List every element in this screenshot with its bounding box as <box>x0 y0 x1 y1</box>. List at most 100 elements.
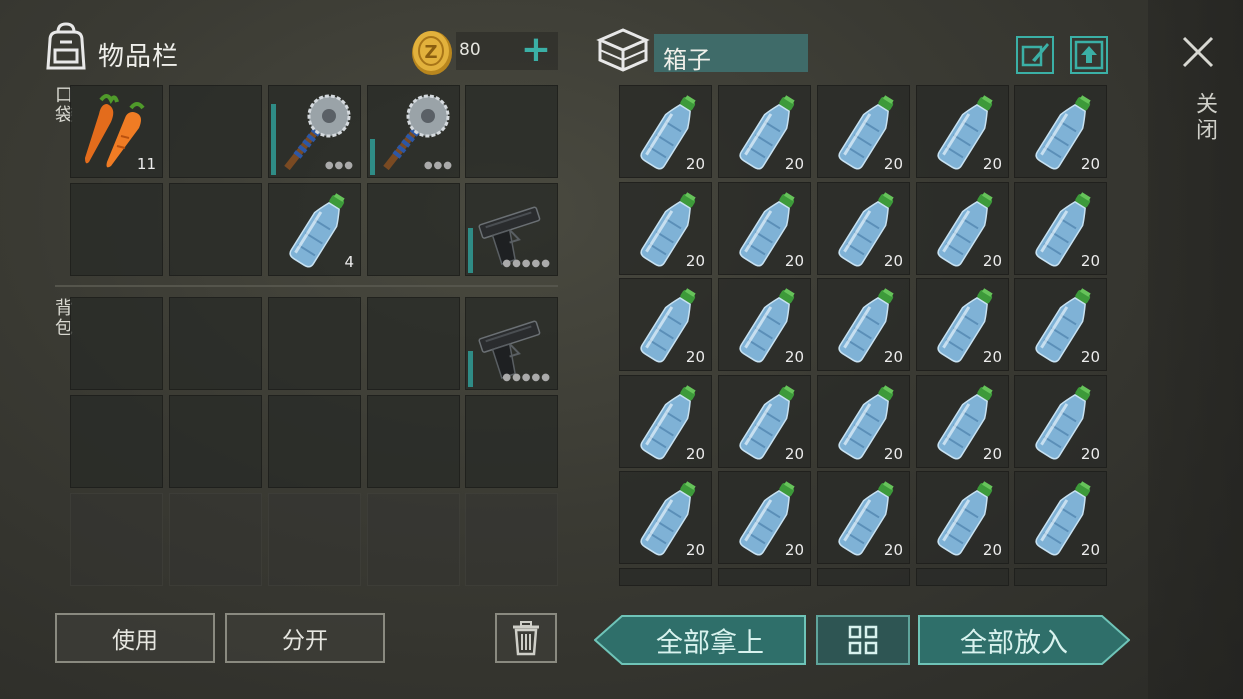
take-all-label: 全部拿上 <box>656 627 764 659</box>
backpack-slot[interactable] <box>169 395 262 488</box>
item-quantity: 20 <box>685 445 705 463</box>
pocket-slot[interactable] <box>169 183 262 276</box>
backpack-slot[interactable] <box>465 395 558 488</box>
backpack-slot[interactable] <box>268 297 361 390</box>
ammo-dots-icon: ●●●●● <box>502 258 551 269</box>
backpack-slot[interactable] <box>70 297 163 390</box>
item-quantity: 20 <box>784 541 804 559</box>
backpack-icon <box>46 22 86 70</box>
box-slot[interactable] <box>718 568 811 586</box>
item-quantity: 20 <box>685 541 705 559</box>
item-quantity: 20 <box>1080 445 1100 463</box>
box-slot[interactable]: 20 <box>817 471 910 564</box>
box-slot[interactable]: 20 <box>619 182 712 275</box>
box-slot[interactable]: 20 <box>619 278 712 371</box>
box-slot[interactable]: 20 <box>619 375 712 468</box>
item-quantity: 20 <box>982 445 1002 463</box>
backpack-slot[interactable]: ●●●●● <box>465 297 558 390</box>
box-slot[interactable]: 20 <box>718 85 811 178</box>
box-slot[interactable]: 20 <box>1014 278 1107 371</box>
box-slot[interactable]: 20 <box>619 471 712 564</box>
pocket-slot[interactable] <box>465 85 558 178</box>
backpack-slot[interactable] <box>70 493 163 586</box>
backpack-slot[interactable] <box>268 493 361 586</box>
item-quantity: 20 <box>784 252 804 270</box>
box-title: 箱子 <box>663 46 711 74</box>
pocket-slot[interactable]: 11 <box>70 85 163 178</box>
item-quantity: 20 <box>1080 155 1100 173</box>
item-quantity: 20 <box>883 541 903 559</box>
backpack-slot[interactable] <box>169 297 262 390</box>
item-quantity: 20 <box>1080 348 1100 366</box>
box-slot[interactable]: 20 <box>619 85 712 178</box>
box-slot[interactable]: 20 <box>817 182 910 275</box>
item-quantity: 20 <box>1080 252 1100 270</box>
trash-icon <box>513 621 539 656</box>
item-quantity: 20 <box>685 348 705 366</box>
box-slot[interactable] <box>916 568 1009 586</box>
close-label[interactable]: 关闭 <box>1188 92 1220 144</box>
backpack-slot[interactable] <box>169 493 262 586</box>
backpack-slot[interactable] <box>70 395 163 488</box>
box-slot[interactable]: 20 <box>718 471 811 564</box>
item-quantity: 20 <box>685 252 705 270</box>
backpack-slot[interactable] <box>367 297 460 390</box>
item-quantity: 20 <box>883 348 903 366</box>
item-quantity: 20 <box>685 155 705 173</box>
coin-icon: Z <box>412 31 452 75</box>
box-slot[interactable]: 20 <box>817 375 910 468</box>
inventory-title: 物品栏 <box>98 42 180 72</box>
close-icon[interactable] <box>1180 34 1216 70</box>
backpack-slot[interactable] <box>465 493 558 586</box>
box-slot[interactable]: 20 <box>817 278 910 371</box>
box-slot[interactable]: 20 <box>718 278 811 371</box>
item-quantity: 11 <box>136 155 156 173</box>
item-quantity: 20 <box>982 348 1002 366</box>
box-slot[interactable]: 20 <box>916 182 1009 275</box>
box-slot[interactable] <box>817 568 910 586</box>
box-slot[interactable]: 20 <box>1014 85 1107 178</box>
backpack-slot[interactable] <box>367 395 460 488</box>
put-all-label: 全部放入 <box>960 627 1068 659</box>
use-button[interactable]: 使用 <box>55 613 215 663</box>
pocket-slot[interactable]: 4 <box>268 183 361 276</box>
pocket-slot[interactable]: ●●● <box>367 85 460 178</box>
backpack-slot[interactable] <box>367 493 460 586</box>
trash-button[interactable] <box>495 613 557 663</box>
durability-bar <box>370 139 375 175</box>
sort-button[interactable] <box>816 615 910 665</box>
box-icon <box>596 28 650 72</box>
box-slot[interactable]: 20 <box>916 278 1009 371</box>
rename-button[interactable] <box>1016 36 1054 74</box>
box-slot[interactable]: 20 <box>916 85 1009 178</box>
put-all-button[interactable]: 全部放入 <box>918 615 1130 665</box>
upload-icon <box>1074 40 1104 70</box>
item-quantity: 20 <box>784 445 804 463</box>
take-all-button[interactable]: 全部拿上 <box>594 615 806 665</box>
upload-button[interactable] <box>1070 36 1108 74</box>
pocket-slot[interactable] <box>169 85 262 178</box>
item-quantity: 20 <box>883 252 903 270</box>
box-slot[interactable]: 20 <box>817 85 910 178</box>
item-quantity: 20 <box>883 155 903 173</box>
pocket-slot[interactable] <box>70 183 163 276</box>
pocket-slot[interactable]: ●●● <box>268 85 361 178</box>
box-slot[interactable]: 20 <box>916 471 1009 564</box>
box-slot[interactable] <box>1014 568 1107 586</box>
box-slot[interactable] <box>619 568 712 586</box>
box-slot[interactable]: 20 <box>1014 375 1107 468</box>
box-slot[interactable]: 20 <box>1014 182 1107 275</box>
item-quantity: 20 <box>1080 541 1100 559</box>
add-coins-button[interactable]: + <box>518 32 554 68</box>
box-slot[interactable]: 20 <box>1014 471 1107 564</box>
ammo-dots-icon: ●●●●● <box>502 372 551 383</box>
box-slot[interactable]: 20 <box>718 375 811 468</box>
item-quantity: 20 <box>982 155 1002 173</box>
pocket-slot[interactable] <box>367 183 460 276</box>
ammo-dots-icon: ●●● <box>423 160 453 171</box>
pocket-slot[interactable]: ●●●●● <box>465 183 558 276</box>
split-button[interactable]: 分开 <box>225 613 385 663</box>
backpack-slot[interactable] <box>268 395 361 488</box>
box-slot[interactable]: 20 <box>718 182 811 275</box>
box-slot[interactable]: 20 <box>916 375 1009 468</box>
